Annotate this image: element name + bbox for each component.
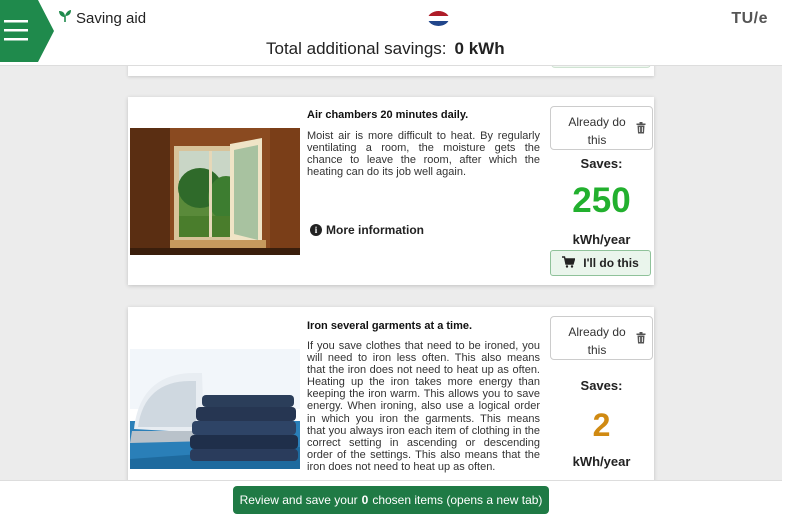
trash-icon	[636, 332, 646, 347]
menu-button[interactable]	[0, 0, 54, 62]
top-header: Saving aid TU/e Total additional savings…	[0, 0, 782, 66]
cart-icon	[562, 255, 576, 271]
measure-description: If you save clothes that need to be iron…	[307, 340, 540, 473]
open-window-photo	[130, 128, 300, 255]
info-icon: i	[310, 224, 322, 236]
already-do-this-button[interactable]: Already do this	[550, 316, 653, 360]
review-suffix: chosen items (opens a new tab)	[372, 493, 543, 507]
saves-label: Saves:	[580, 156, 623, 171]
saves-value: 2	[592, 407, 611, 443]
app-name: Saving aid	[76, 9, 147, 27]
iron-and-clothes-photo	[130, 309, 300, 469]
already-do-this-label: Already do this	[568, 115, 626, 147]
total-savings-value: 0 kWh	[454, 39, 505, 58]
measure-title: Air chambers 20 minutes daily.	[307, 109, 469, 121]
review-and-save-button[interactable]: Review and save your 0 chosen items (ope…	[233, 486, 549, 514]
total-savings-label: Total additional savings:	[266, 39, 447, 58]
already-do-this-button[interactable]: Already do this	[550, 106, 653, 150]
trash-icon	[636, 122, 646, 137]
more-information-link[interactable]: i More information	[310, 223, 424, 237]
already-do-this-label: Already do this	[568, 325, 626, 357]
ill-do-this-label: I'll do this	[583, 256, 639, 270]
saves-unit: kWh/year	[572, 454, 631, 469]
measure-title: Iron several garments at a time.	[307, 320, 473, 332]
sprout-icon	[58, 9, 72, 27]
hamburger-icon	[4, 20, 28, 23]
saves-unit: kWh/year	[572, 232, 631, 247]
measure-card: Iron several garments at a time. If you …	[128, 307, 654, 487]
scrollbar-track[interactable]	[782, 0, 787, 519]
measure-card: Air chambers 20 minutes daily. Moist air…	[128, 97, 654, 285]
saves-label: Saves:	[580, 378, 623, 393]
review-prefix: Review and save your	[239, 493, 358, 507]
app-brand: Saving aid	[58, 9, 146, 27]
tue-logo: TU/e	[731, 10, 768, 27]
bottom-bar: Review and save your 0 chosen items (ope…	[0, 480, 782, 519]
ill-do-this-button[interactable]: I'll do this	[550, 250, 651, 276]
review-count: 0	[361, 493, 369, 507]
total-savings: Total additional savings: 0 kWh	[266, 39, 505, 59]
more-information-label: More information	[326, 223, 424, 237]
saves-value: 250	[572, 181, 631, 220]
netherlands-flag-icon[interactable]	[428, 11, 449, 26]
measure-description: Moist air is more difficult to heat. By …	[307, 130, 540, 179]
